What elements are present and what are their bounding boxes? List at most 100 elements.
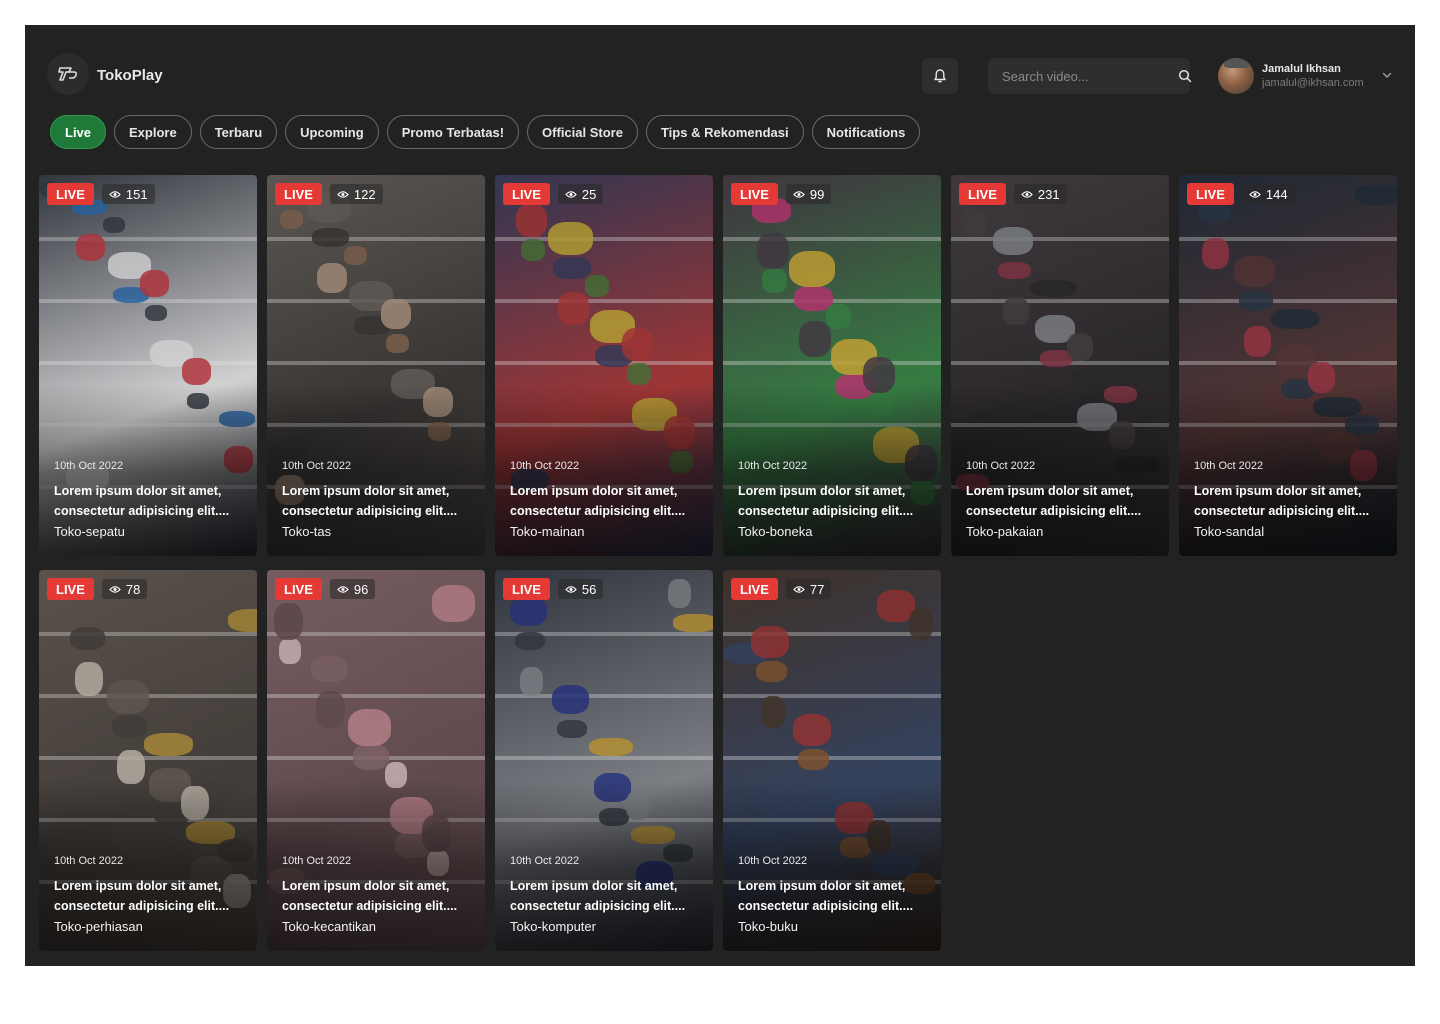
live-badge: LIVE: [731, 183, 778, 205]
view-count: 78: [101, 579, 148, 599]
video-card[interactable]: LIVE 231 10th Oct 2022 Lorem ipsum dolor si…: [951, 175, 1169, 556]
video-date: 10th Oct 2022: [966, 460, 1036, 472]
user-name: Jamalul Ikhsan: [1262, 63, 1341, 75]
live-badge: LIVE: [959, 183, 1006, 205]
store-name: Toko-tas: [282, 524, 332, 539]
live-badge: LIVE: [1187, 183, 1234, 205]
eye-icon: [1021, 190, 1033, 199]
view-count: 144: [1241, 184, 1295, 204]
store-name: Toko-pakaian: [966, 524, 1044, 539]
video-title: Lorem ipsum dolor sit amet, consectetur …: [738, 484, 914, 518]
store-name: Toko-sepatu: [54, 524, 125, 539]
view-count-value: 151: [125, 186, 148, 202]
video-title: Lorem ipsum dolor sit amet, consectetur …: [510, 879, 686, 913]
video-card[interactable]: LIVE 78 10th Oct 2022 Lorem ipsum dolor sit…: [39, 570, 257, 951]
chevron-down-icon[interactable]: [1381, 69, 1393, 81]
video-title: Lorem ipsum dolor sit amet, consectetur …: [738, 879, 914, 913]
view-count: 122: [329, 184, 383, 204]
bell-icon: [934, 69, 946, 83]
view-count-value: 77: [809, 581, 825, 597]
search-input[interactable]: [988, 58, 1178, 94]
view-count-value: 144: [1265, 186, 1288, 202]
user-email: jamalul@ikhsan.com: [1262, 77, 1364, 89]
video-title: Lorem ipsum dolor sit amet, consectetur …: [966, 484, 1142, 518]
eye-icon: [337, 585, 349, 594]
video-card[interactable]: LIVE 56 10th Oct 2022 Lorem ipsum dolor sit…: [495, 570, 713, 951]
video-card[interactable]: LIVE 99 10th Oct 2022 Lorem ipsum dolor sit…: [723, 175, 941, 556]
view-count-value: 25: [581, 186, 597, 202]
notification-button[interactable]: [922, 58, 958, 94]
video-card[interactable]: LIVE 122 10th Oct 2022 Lorem ipsum dolor si…: [267, 175, 485, 556]
tab-terbaru[interactable]: Terbaru: [199, 115, 278, 149]
search-bar: [988, 58, 1192, 94]
video-title: Lorem ipsum dolor sit amet, consectetur …: [54, 879, 230, 913]
eye-icon: [565, 585, 577, 594]
header: TokoPlay Jamalul Ikhsan jamalul@ikhsan.c…: [25, 25, 1415, 125]
view-count: 151: [101, 184, 155, 204]
app-name: TokoPlay: [97, 67, 163, 84]
store-name: Toko-buku: [738, 919, 798, 934]
video-grid: LIVE 151 10th Oct 2022 Lorem ipsum dolor si…: [39, 175, 1397, 951]
tab-explore[interactable]: Explore: [114, 115, 192, 149]
logo[interactable]: [47, 53, 89, 95]
eye-icon: [337, 190, 349, 199]
eye-icon: [793, 585, 805, 594]
view-count: 56: [557, 579, 604, 599]
live-badge: LIVE: [503, 183, 550, 205]
tab-upcoming[interactable]: Upcoming: [285, 115, 379, 149]
category-tabs: Live Explore Terbaru Upcoming Promo Terbatas…: [50, 115, 921, 149]
video-title: Lorem ipsum dolor sit amet, consectetur …: [54, 484, 230, 518]
view-count-value: 231: [1037, 186, 1060, 202]
tab-promo-terbatas[interactable]: Promo Terbatas!: [386, 115, 520, 149]
live-badge: LIVE: [275, 578, 322, 600]
live-badge: LIVE: [275, 183, 322, 205]
tab-live[interactable]: Live: [50, 115, 107, 149]
video-date: 10th Oct 2022: [54, 460, 124, 472]
store-name: Toko-kecantikan: [282, 919, 376, 934]
eye-icon: [565, 190, 577, 199]
live-badge: LIVE: [47, 183, 94, 205]
store-name: Toko-perhiasan: [54, 919, 143, 934]
eye-icon: [109, 190, 121, 199]
video-date: 10th Oct 2022: [738, 460, 808, 472]
eye-icon: [1249, 190, 1261, 199]
video-card[interactable]: LIVE 144 10th Oct 2022 Lorem ipsum dolor si…: [1179, 175, 1397, 556]
store-name: Toko-mainan: [510, 524, 585, 539]
video-card[interactable]: LIVE 96 10th Oct 2022 Lorem ipsum dolor sit…: [267, 570, 485, 951]
search-icon[interactable]: [1178, 58, 1192, 94]
user-menu[interactable]: Jamalul Ikhsan jamalul@ikhsan.com: [1218, 56, 1393, 96]
video-card[interactable]: LIVE 151 10th Oct 2022 Lorem ipsum dolor si…: [39, 175, 257, 556]
video-date: 10th Oct 2022: [54, 855, 124, 867]
view-count: 231: [1013, 184, 1067, 204]
video-date: 10th Oct 2022: [282, 460, 352, 472]
tab-tips-rekomendasi[interactable]: Tips & Rekomendasi: [645, 115, 804, 149]
view-count-value: 122: [353, 186, 376, 202]
video-title: Lorem ipsum dolor sit amet, consectetur …: [282, 484, 458, 518]
live-badge: LIVE: [47, 578, 94, 600]
video-date: 10th Oct 2022: [510, 855, 580, 867]
store-name: Toko-boneka: [738, 524, 813, 539]
eye-icon: [109, 585, 121, 594]
video-title: Lorem ipsum dolor sit amet, consectetur …: [510, 484, 686, 518]
store-name: Toko-sandal: [1194, 524, 1265, 539]
video-title: Lorem ipsum dolor sit amet, consectetur …: [1194, 484, 1370, 518]
view-count: 99: [785, 184, 832, 204]
app-window: TokoPlay Jamalul Ikhsan jamalul@ikhsan.c…: [25, 25, 1415, 966]
avatar: [1218, 58, 1254, 94]
live-badge: LIVE: [503, 578, 550, 600]
view-count: 96: [329, 579, 376, 599]
eye-icon: [793, 190, 805, 199]
tab-notifications[interactable]: Notifications: [811, 115, 921, 149]
video-date: 10th Oct 2022: [510, 460, 580, 472]
tab-official-store[interactable]: Official Store: [527, 115, 638, 149]
video-date: 10th Oct 2022: [1194, 460, 1264, 472]
view-count-value: 56: [581, 581, 597, 597]
view-count: 25: [557, 184, 604, 204]
tokoplay-logo-icon: [58, 67, 78, 81]
video-card[interactable]: LIVE 25 10th Oct 2022 Lorem ipsum dolor sit…: [495, 175, 713, 556]
view-count-value: 78: [125, 581, 141, 597]
video-title: Lorem ipsum dolor sit amet, consectetur …: [282, 879, 458, 913]
video-date: 10th Oct 2022: [738, 855, 808, 867]
video-card[interactable]: LIVE 77 10th Oct 2022 Lorem ipsum dolor sit…: [723, 570, 941, 951]
video-date: 10th Oct 2022: [282, 855, 352, 867]
